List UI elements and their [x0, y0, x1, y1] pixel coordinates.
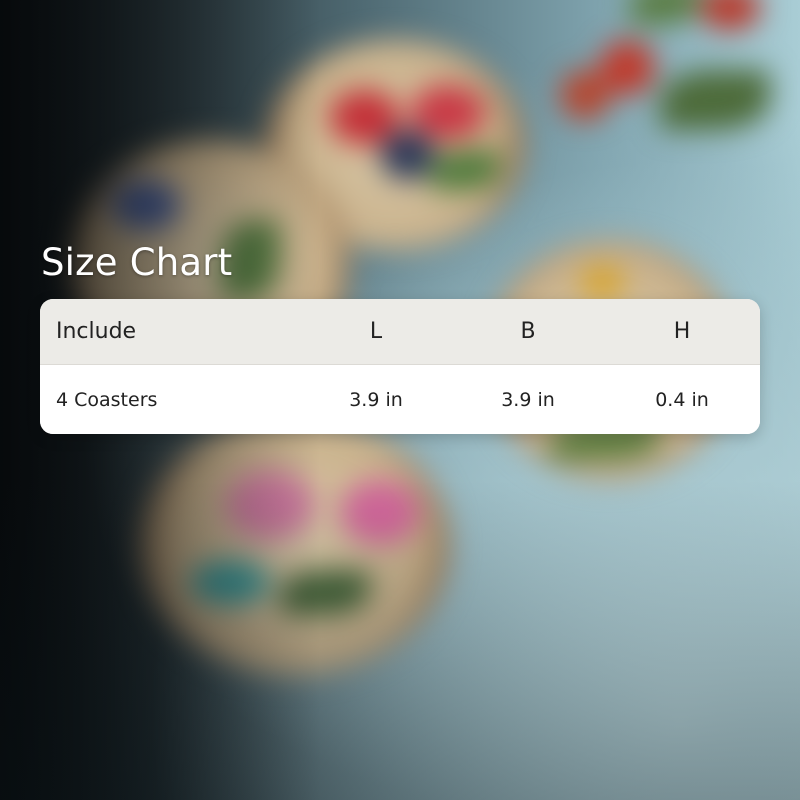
size-chart-title: Size Chart — [41, 241, 233, 284]
cell-length: 3.9 in — [349, 388, 403, 411]
cell-include: 4 Coasters — [56, 388, 158, 411]
size-chart-table: Include L B H 4 Coasters 3.9 in 3.9 in 0… — [40, 299, 760, 434]
table-header-row: Include L B H — [40, 299, 760, 365]
header-include: Include — [56, 319, 137, 344]
header-length: L — [369, 319, 383, 344]
table-row: 4 Coasters 3.9 in 3.9 in 0.4 in — [40, 365, 760, 434]
header-breadth: B — [520, 319, 536, 344]
header-height: H — [673, 319, 691, 344]
cell-breadth: 3.9 in — [501, 388, 555, 411]
cell-height: 0.4 in — [655, 388, 709, 411]
